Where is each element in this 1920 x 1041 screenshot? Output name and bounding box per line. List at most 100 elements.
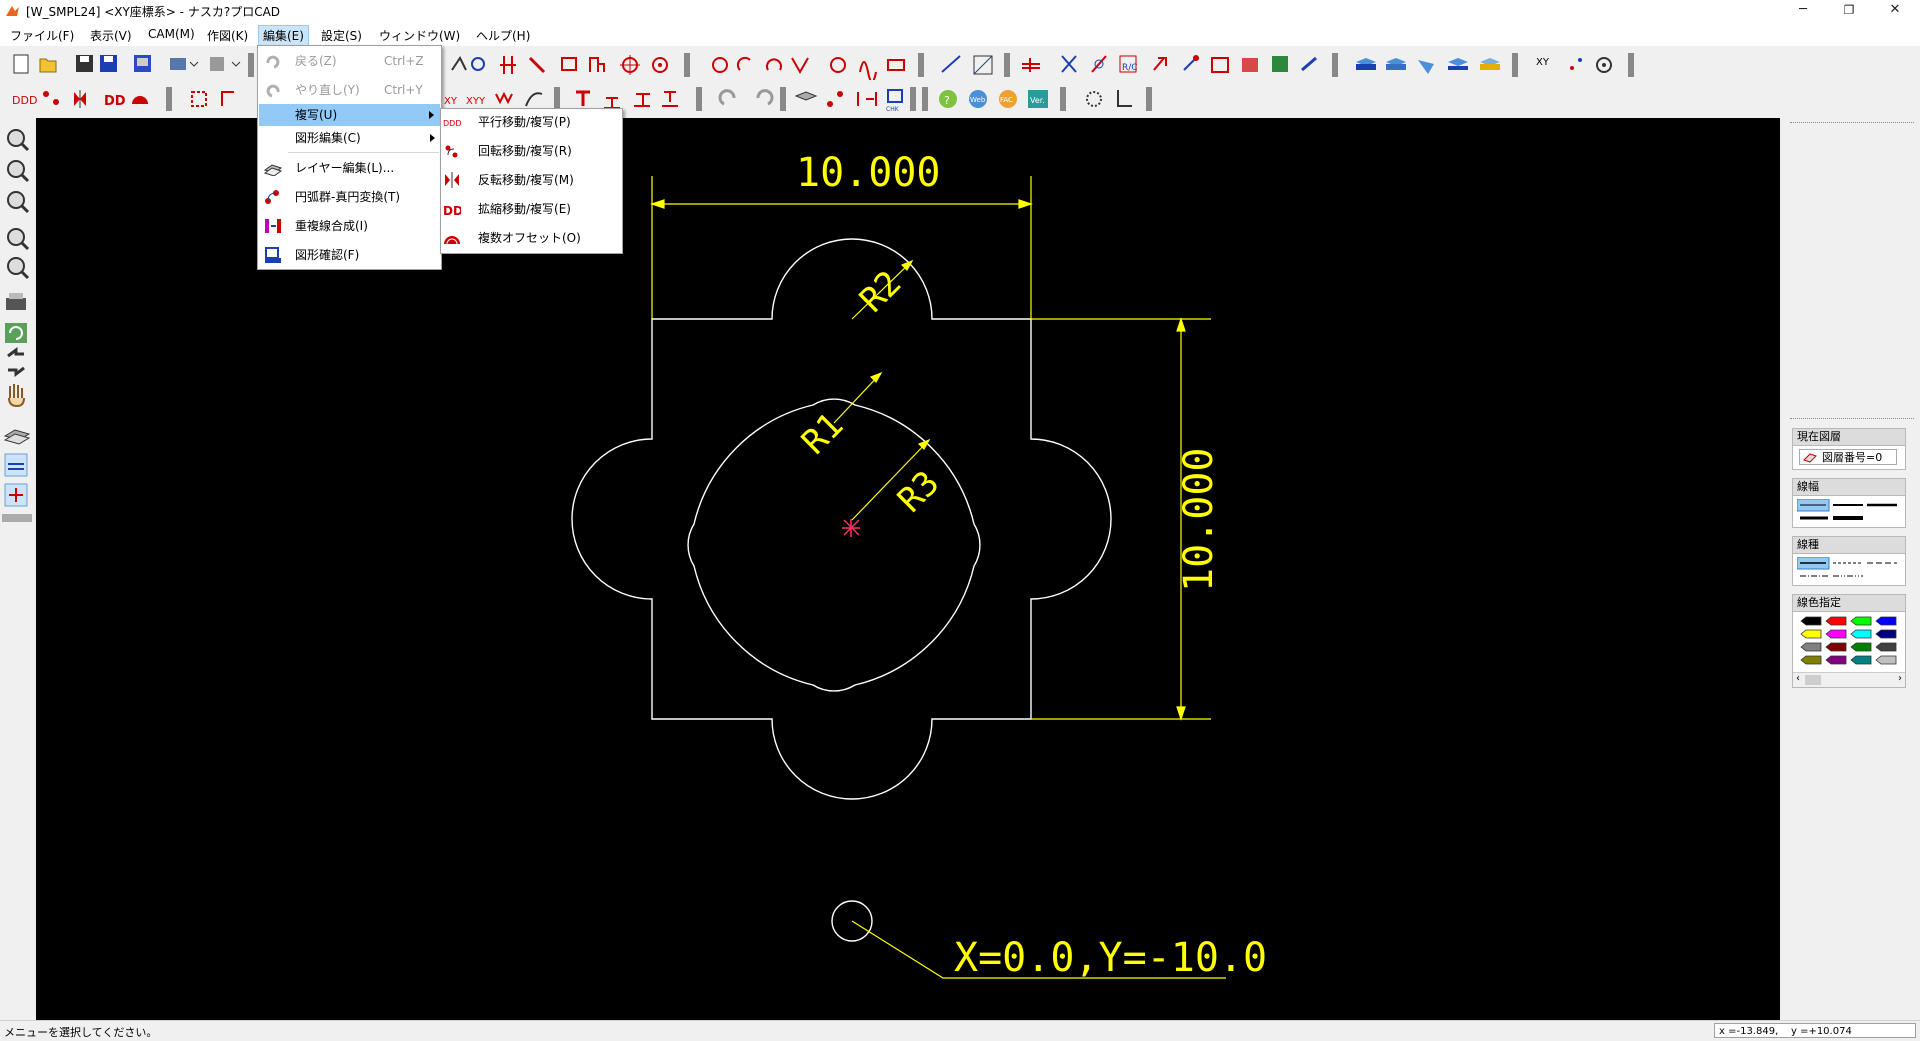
menu-item-multi-offset[interactable]: 複数オフセット(O) <box>441 227 622 249</box>
menu-draw[interactable]: 作図(K) <box>203 26 252 45</box>
scale-move-icon: DD <box>443 204 461 217</box>
multi-offset-icon <box>444 236 460 245</box>
menu-item-shape-check[interactable]: 図形確認(F) <box>258 244 441 266</box>
dimensions <box>650 176 1226 979</box>
menu-cam[interactable]: CAM(M) <box>144 26 199 42</box>
svg-text:DD: DD <box>443 204 461 217</box>
color-swatch[interactable] <box>1875 655 1897 665</box>
menu-item-layer-edit[interactable]: レイヤー編集(L)... <box>258 157 441 179</box>
svg-text:DDD: DDD <box>443 119 461 128</box>
page-icon <box>210 57 241 71</box>
color-swatch[interactable] <box>1800 629 1822 639</box>
menu-item-rotate-move[interactable]: 回転移動/複写(R) <box>441 140 622 162</box>
menu-item-scale-move[interactable]: DD 拡縮移動/複写(E) <box>441 198 622 220</box>
svg-text:?: ? <box>944 94 950 107</box>
line-width-box[interactable]: 線幅 <box>1792 478 1906 528</box>
part-outline[interactable] <box>571 238 1112 942</box>
color-palette[interactable] <box>1799 615 1899 669</box>
svg-text:FAC: FAC <box>1000 96 1013 104</box>
menu-file[interactable]: ファイル(F) <box>6 26 78 45</box>
printer-icon <box>6 293 26 310</box>
svg-text:Ver.: Ver. <box>1030 96 1045 105</box>
color-swatch[interactable] <box>1825 616 1847 626</box>
svg-text:DDD: DDD <box>12 94 37 107</box>
svg-text:CHK: CHK <box>886 106 900 113</box>
svg-text:DD: DD <box>104 94 126 109</box>
color-swatch[interactable] <box>1825 655 1847 665</box>
menu-item-redo[interactable]: やり直し(Y) Ctrl+Y <box>258 79 441 101</box>
color-swatch[interactable] <box>1875 642 1897 652</box>
color-swatch[interactable] <box>1850 629 1872 639</box>
menu-edit[interactable]: 編集(E) <box>258 25 309 46</box>
shape-check-icon <box>265 247 281 263</box>
color-swatch[interactable] <box>1800 642 1822 652</box>
close-button[interactable]: ✕ <box>1872 0 1918 22</box>
menu-item-arc-to-circle[interactable]: 円弧群-真円変換(T) <box>258 186 441 208</box>
menu-item-undo[interactable]: 戻る(Z) Ctrl+Z <box>258 50 441 72</box>
color-swatch[interactable] <box>1800 616 1822 626</box>
menu-item-copy[interactable]: 複写(U) <box>259 104 440 126</box>
minimize-button[interactable]: ─ <box>1780 0 1826 22</box>
redo-icon <box>266 84 280 98</box>
line-width-title: 線幅 <box>1793 479 1905 496</box>
svg-text:XYY: XYY <box>466 96 486 107</box>
maximize-button[interactable]: ❐ <box>1826 0 1872 22</box>
zoom-half-icon <box>7 191 30 214</box>
origin-marker <box>842 519 860 537</box>
status-message: メニューを選択してください。 <box>4 1026 158 1039</box>
dim-text-top: 10.000 <box>796 150 941 196</box>
palette-scrollbar[interactable]: ‹ › <box>1793 672 1905 687</box>
merge-lines-icon <box>265 219 281 233</box>
menu-item-mirror-move[interactable]: 反転移動/複写(M) <box>441 169 622 191</box>
color-swatch[interactable] <box>1850 655 1872 665</box>
window-title: [W_SMPL24] <XY座標系> - ナスカ?プロCAD <box>26 5 281 19</box>
menu-item-parallel-move[interactable]: DDD 平行移動/複写(P) <box>441 111 622 133</box>
menu-window[interactable]: ウィンドウ(W) <box>375 26 464 45</box>
mirror-move-icon <box>445 172 459 188</box>
color-swatch[interactable] <box>1850 642 1872 652</box>
color-swatch[interactable] <box>1825 629 1847 639</box>
arc-convert-icon <box>265 190 279 204</box>
annotation-text: X=0.0,Y=-10.0 <box>954 935 1267 981</box>
line-width-options[interactable] <box>1797 499 1901 525</box>
color-swatch[interactable] <box>1850 616 1872 626</box>
toolbar-row-1-icons: R/C XY <box>13 53 1634 80</box>
layer-edit-icon <box>264 164 282 176</box>
svg-text:XY: XY <box>1536 57 1550 68</box>
status-bar: メニューを選択してください。 x =-13.849, y =+10.074 <box>0 1020 1920 1041</box>
color-swatch[interactable] <box>1800 655 1822 665</box>
svg-text:Web: Web <box>970 96 986 104</box>
new-file-icon <box>13 54 29 74</box>
line-color-title: 線色指定 <box>1793 595 1905 612</box>
color-swatch[interactable] <box>1825 642 1847 652</box>
crosshair-icon <box>4 483 28 507</box>
current-layer-box[interactable]: 現在図層 図層番号=0 <box>1792 428 1906 470</box>
zoom-window-icon <box>7 228 30 251</box>
zoom-all-icon <box>7 257 30 280</box>
line-type-box[interactable]: 線種 <box>1792 536 1906 586</box>
svg-text:XY: XY <box>444 96 458 107</box>
color-swatch[interactable] <box>1875 629 1897 639</box>
title-bar: [W_SMPL24] <XY座標系> - ナスカ?プロCAD ─ ❐ ✕ <box>0 0 1920 22</box>
dim-text-right: 10.000 <box>1176 448 1222 593</box>
scroll-thumb[interactable] <box>1805 675 1821 685</box>
edit-menu: 戻る(Z) Ctrl+Z やり直し(Y) Ctrl+Y 複写(U) 図形編集(C… <box>257 45 442 270</box>
menu-settings[interactable]: 設定(S) <box>317 26 366 45</box>
submenu-arrow-icon <box>429 111 434 119</box>
color-swatch[interactable] <box>1875 616 1897 626</box>
menu-item-shape-edit[interactable]: 図形編集(C) <box>258 127 441 149</box>
scroll-left-icon[interactable]: ‹ <box>1796 673 1800 684</box>
print-icon <box>170 58 199 70</box>
scroll-right-icon[interactable]: › <box>1898 673 1902 684</box>
menu-item-merge-duplicate[interactable]: 重複線合成(I) <box>258 215 441 237</box>
menu-help[interactable]: ヘルプ(H) <box>472 26 534 45</box>
line-type-options[interactable] <box>1797 557 1901 583</box>
app-logo-icon <box>6 6 19 16</box>
line-color-box[interactable]: 線色指定 ‹ › <box>1792 594 1906 688</box>
menu-view[interactable]: 表示(V) <box>86 26 136 45</box>
line-type-title: 線種 <box>1793 537 1905 554</box>
rotate-move-icon <box>445 145 458 158</box>
save-all-icon <box>134 55 151 72</box>
menu-separator <box>288 152 439 153</box>
save-icon <box>76 55 93 72</box>
